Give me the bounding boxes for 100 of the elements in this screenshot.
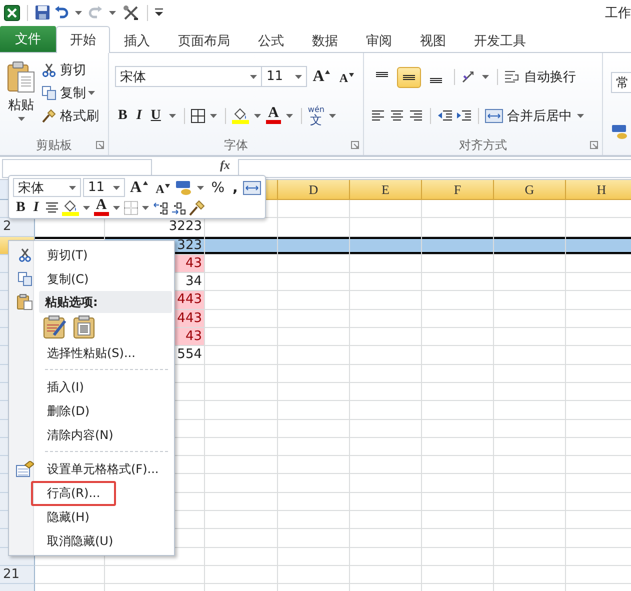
menu-item[interactable]: 剪切(T) [41, 242, 94, 268]
cut-button[interactable]: 剪切 [42, 61, 99, 79]
accounting-format-icon[interactable] [611, 124, 629, 140]
ribbon-tab[interactable]: 页面布局 [164, 27, 244, 53]
caret-icon[interactable] [142, 206, 149, 210]
merge-center-icon[interactable] [242, 180, 261, 194]
shrink-font-button[interactable]: A [336, 68, 357, 86]
formula-input[interactable] [238, 159, 631, 178]
wrap-text-button[interactable]: 自动换行 [504, 68, 576, 86]
dialog-launcher-icon[interactable] [590, 141, 598, 149]
column-header[interactable]: F [422, 180, 494, 200]
caret-icon[interactable] [294, 74, 302, 78]
ribbon-tab[interactable]: 开发工具 [460, 27, 540, 53]
row-header[interactable]: 2 [0, 218, 35, 237]
menu-item[interactable]: 插入(I) [41, 374, 90, 400]
menu-item[interactable]: 清除内容(N) [41, 422, 120, 448]
center-align-icon[interactable] [44, 200, 60, 214]
paste-values-icon[interactable] [73, 315, 97, 339]
phonetic-guide-button[interactable]: wén 文 [308, 105, 324, 126]
undo-icon[interactable] [54, 6, 69, 20]
column-header[interactable]: E [350, 180, 422, 200]
ribbon-tab[interactable]: 开始 [56, 26, 110, 53]
menu-item[interactable]: 删除(D) [41, 398, 96, 424]
ribbon-tab[interactable]: 审阅 [352, 27, 406, 53]
vertical-align-button[interactable] [397, 66, 421, 88]
caret-icon[interactable] [577, 114, 584, 118]
caret-icon[interactable] [69, 186, 76, 190]
column-header[interactable]: G [494, 180, 566, 200]
dialog-launcher-icon[interactable] [96, 141, 104, 149]
caret-icon[interactable] [250, 74, 258, 78]
caret-icon[interactable] [254, 114, 261, 118]
dialog-launcher-icon[interactable] [351, 141, 359, 149]
percent-button[interactable]: % [208, 180, 228, 196]
font-size-field[interactable]: 11 [261, 66, 307, 87]
ribbon-tab[interactable]: 数据 [298, 27, 352, 53]
font-name-field[interactable]: 宋体 [115, 66, 262, 87]
caret-icon[interactable] [329, 114, 336, 118]
ribbon-tab[interactable]: 公式 [244, 27, 298, 53]
paste-formatting-icon[interactable] [43, 315, 67, 339]
horizontal-align-icon[interactable] [389, 109, 405, 124]
row-header[interactable]: 21 [0, 566, 35, 584]
shrink-font-button[interactable]: A [152, 178, 174, 196]
tools-icon[interactable] [122, 4, 140, 22]
font-color-button[interactable]: A [266, 107, 281, 124]
caret-icon[interactable] [88, 91, 95, 95]
decrease-decimal-icon[interactable] [170, 200, 187, 214]
wrap-text-icon [504, 70, 520, 84]
caret-icon[interactable] [210, 114, 217, 118]
table-cell [278, 254, 350, 274]
caret-icon[interactable] [75, 10, 82, 14]
fill-color-icon[interactable] [62, 199, 79, 216]
excel-logo-icon[interactable] [4, 4, 20, 20]
increase-indent-icon[interactable] [456, 109, 472, 124]
caret-icon[interactable] [109, 10, 116, 14]
horizontal-align-icon[interactable] [370, 109, 386, 124]
copy-button[interactable]: 复制 [42, 84, 86, 102]
ribbon-tab[interactable]: 插入 [110, 27, 164, 53]
decrease-indent-icon[interactable] [437, 109, 453, 124]
bold-button[interactable]: B [13, 200, 28, 216]
menu-item[interactable]: 取消隐藏(U) [41, 528, 120, 554]
caret-icon[interactable] [113, 186, 120, 190]
italic-button[interactable]: I [133, 108, 145, 124]
menu-item[interactable]: 行高(R)... [31, 480, 116, 506]
font-color-button[interactable]: A [94, 199, 109, 216]
column-header[interactable]: H [566, 180, 631, 200]
underline-button[interactable]: U [148, 108, 164, 124]
fill-color-icon[interactable] [232, 107, 249, 124]
format-painter-button[interactable]: 格式刷 [42, 107, 99, 125]
menu-item[interactable]: 设置单元格格式(F)... [41, 456, 165, 482]
caret-icon[interactable] [168, 114, 176, 118]
caret-icon[interactable] [82, 206, 90, 210]
customize-toolbar-icon[interactable] [155, 8, 163, 17]
caret-icon[interactable] [112, 206, 120, 210]
accounting-format-icon[interactable] [175, 180, 194, 196]
number-format-field[interactable]: 常 [611, 72, 631, 94]
comma-button[interactable]: , [230, 180, 241, 196]
column-header[interactable]: D [278, 180, 350, 200]
file-tab[interactable]: 文件 [0, 26, 56, 52]
italic-button[interactable]: I [30, 200, 42, 216]
bold-button[interactable]: B [115, 108, 130, 124]
caret-icon[interactable] [197, 186, 204, 190]
grow-font-button[interactable]: A [127, 178, 151, 196]
caret-icon[interactable] [286, 114, 293, 118]
menu-item[interactable]: 复制(C) [41, 266, 95, 292]
horizontal-align-icon[interactable] [408, 109, 424, 124]
ribbon-tab[interactable]: 视图 [406, 27, 460, 53]
format-painter-icon[interactable] [188, 200, 205, 216]
save-icon[interactable] [35, 5, 50, 20]
font-size-field[interactable]: 11 [83, 178, 125, 197]
caret-icon[interactable] [482, 75, 489, 80]
function-label[interactable]: fx [220, 159, 230, 172]
paste-button[interactable]: 粘贴 [6, 57, 36, 121]
table-cell [494, 200, 566, 218]
font-name-field[interactable]: 宋体 [13, 178, 81, 197]
increase-decimal-icon[interactable] [152, 200, 169, 214]
menu-item[interactable]: 隐藏(H) [41, 504, 96, 530]
grow-font-button[interactable]: A [310, 68, 334, 86]
borders-icon[interactable] [190, 108, 205, 122]
table-cell [278, 548, 350, 566]
merge-center-button[interactable]: 合并后居中 [485, 107, 572, 126]
